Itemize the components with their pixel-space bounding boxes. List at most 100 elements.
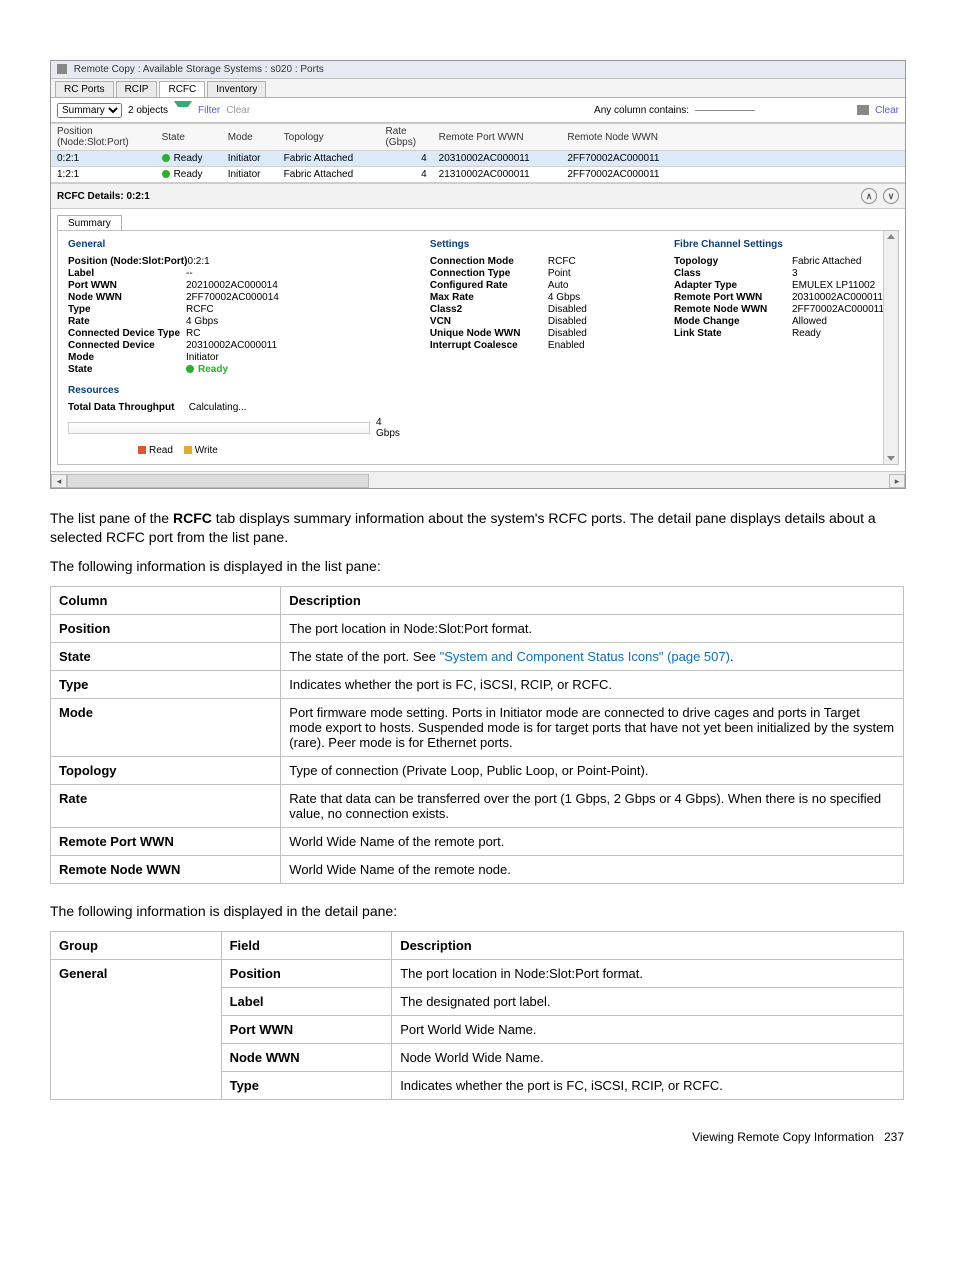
cell-column: Remote Node WWN [51, 855, 281, 883]
cell-mode: Initiator [222, 151, 278, 167]
bar-max-label: 4 Gbps [376, 417, 400, 439]
details-header: RCFC Details: 0:2:1 ∧ ∨ [51, 183, 905, 209]
fibre-row: Remote Node WWN2FF70002AC000011 [674, 304, 888, 315]
tab-inventory[interactable]: Inventory [207, 81, 266, 97]
cell-column: State [51, 642, 281, 670]
col-group: Group [51, 931, 222, 959]
fibre-row: Mode ChangeAllowed [674, 316, 888, 327]
details-body: Summary General Position (Node:Slot:Port… [51, 209, 905, 471]
fibre-row: Adapter TypeEMULEX LP11002 [674, 280, 888, 291]
table-row: StateThe state of the port. See "System … [51, 642, 904, 670]
clear-link-right[interactable]: Clear [875, 105, 899, 116]
cell-description: The state of the port. See "System and C… [281, 642, 904, 670]
cell-column: Topology [51, 756, 281, 784]
general-row: Connected Device20310002AC000011 [68, 340, 400, 351]
table-row[interactable]: 1:2:1 Ready Initiator Fabric Attached 4 … [51, 167, 905, 183]
window-icon [57, 64, 67, 74]
col-remote-node-wwn[interactable]: Remote Node WWN [561, 124, 691, 151]
window-title-bar: Remote Copy : Available Storage Systems … [51, 61, 905, 79]
general-row: Node WWN2FF70002AC000014 [68, 292, 400, 303]
settings-row: Connection TypePoint [430, 268, 644, 279]
settings-heading: Settings [430, 239, 644, 250]
filter-icon [174, 101, 192, 121]
inner-tab-summary[interactable]: Summary [57, 215, 122, 231]
tab-rcfc[interactable]: RCFC [159, 81, 205, 97]
general-row: Connected Device TypeRC [68, 328, 400, 339]
collapse-up-icon[interactable]: ∧ [861, 188, 877, 204]
settings-row: Connection ModeRCFC [430, 256, 644, 267]
col-description-2: Description [392, 931, 904, 959]
collapse-down-icon[interactable]: ∨ [883, 188, 899, 204]
scroll-right-icon[interactable]: ▸ [889, 474, 905, 488]
toolbar: Summary 2 objects Filter Clear Any colum… [51, 98, 905, 123]
col-state[interactable]: State [156, 124, 222, 151]
tab-rc-ports[interactable]: RC Ports [55, 81, 114, 97]
filter-link[interactable]: Filter [198, 105, 220, 116]
col-rate[interactable]: Rate (Gbps) [379, 124, 432, 151]
tab-rcip[interactable]: RCIP [116, 81, 158, 97]
cell-description: Port World Wide Name. [392, 1015, 904, 1043]
cell-field: Position [221, 959, 392, 987]
scroll-thumb[interactable] [67, 474, 369, 488]
col-topology[interactable]: Topology [278, 124, 380, 151]
clear-link[interactable]: Clear [226, 105, 250, 116]
cell-position: 1:2:1 [51, 167, 156, 183]
settings-row: Interrupt CoalesceEnabled [430, 340, 644, 351]
legend-write-swatch [184, 446, 192, 454]
scroll-left-icon[interactable]: ◂ [51, 474, 67, 488]
legend-read-swatch [138, 446, 146, 454]
cell-column: Position [51, 614, 281, 642]
table-row: Remote Port WWNWorld Wide Name of the re… [51, 827, 904, 855]
cell-field: Type [221, 1071, 392, 1099]
cell-description: World Wide Name of the remote node. [281, 855, 904, 883]
cell-description: The port location in Node:Slot:Port form… [281, 614, 904, 642]
object-count: 2 objects [128, 105, 168, 116]
cell-description: Port firmware mode setting. Ports in Ini… [281, 698, 904, 756]
detail-pane-table: Group Field Description GeneralPosition T… [50, 931, 904, 1100]
summary-panel: General Position (Node:Slot:Port)0:2:1La… [57, 230, 899, 465]
panel-scrollbar[interactable] [883, 231, 898, 464]
cell-column: Mode [51, 698, 281, 756]
cell-position: 0:2:1 [51, 151, 156, 167]
col-mode[interactable]: Mode [222, 124, 278, 151]
cell-column: Rate [51, 784, 281, 827]
window-title: Remote Copy : Available Storage Systems … [74, 64, 324, 75]
detail-pane-intro: The following information is displayed i… [50, 902, 904, 921]
cell-state: Ready [156, 151, 222, 167]
col-position[interactable]: Position (Node:Slot:Port) [51, 124, 156, 151]
cell-description: Type of connection (Private Loop, Public… [281, 756, 904, 784]
cell-rate: 4 [379, 167, 432, 183]
cell-rport: 21310002AC000011 [433, 167, 562, 183]
view-select[interactable]: Summary [57, 103, 122, 118]
col-field: Field [221, 931, 392, 959]
col-description: Description [281, 586, 904, 614]
general-row: StateReady [68, 364, 400, 375]
search-label: Any column contains: [594, 105, 689, 116]
settings-row: Configured RateAuto [430, 280, 644, 291]
status-icons-link[interactable]: "System and Component Status Icons" (pag… [440, 649, 730, 664]
settings-row: Class2Disabled [430, 304, 644, 315]
fibre-row: Class3 [674, 268, 888, 279]
cell-topology: Fabric Attached [278, 167, 380, 183]
throughput-bar [68, 422, 370, 434]
search-input[interactable] [695, 110, 755, 111]
cell-state: Ready [156, 167, 222, 183]
cell-field: Label [221, 987, 392, 1015]
print-icon[interactable] [857, 105, 869, 115]
table-row: RateRate that data can be transferred ov… [51, 784, 904, 827]
cell-group: General [51, 959, 222, 1099]
cell-rate: 4 [379, 151, 432, 167]
ports-table: Position (Node:Slot:Port) State Mode Top… [51, 123, 905, 183]
table-row: TypeIndicates whether the port is FC, iS… [51, 670, 904, 698]
status-ready-icon [162, 170, 170, 178]
horizontal-scrollbar[interactable]: ◂ ▸ [51, 471, 905, 488]
cell-field: Node WWN [221, 1043, 392, 1071]
fibre-heading: Fibre Channel Settings [674, 239, 888, 250]
col-column: Column [51, 586, 281, 614]
col-remote-port-wwn[interactable]: Remote Port WWN [433, 124, 562, 151]
table-row[interactable]: 0:2:1 Ready Initiator Fabric Attached 4 … [51, 151, 905, 167]
general-row: ModeInitiator [68, 352, 400, 363]
cell-description: Rate that data can be transferred over t… [281, 784, 904, 827]
settings-row: Max Rate4 Gbps [430, 292, 644, 303]
intro-paragraph-2: The following information is displayed i… [50, 557, 904, 576]
